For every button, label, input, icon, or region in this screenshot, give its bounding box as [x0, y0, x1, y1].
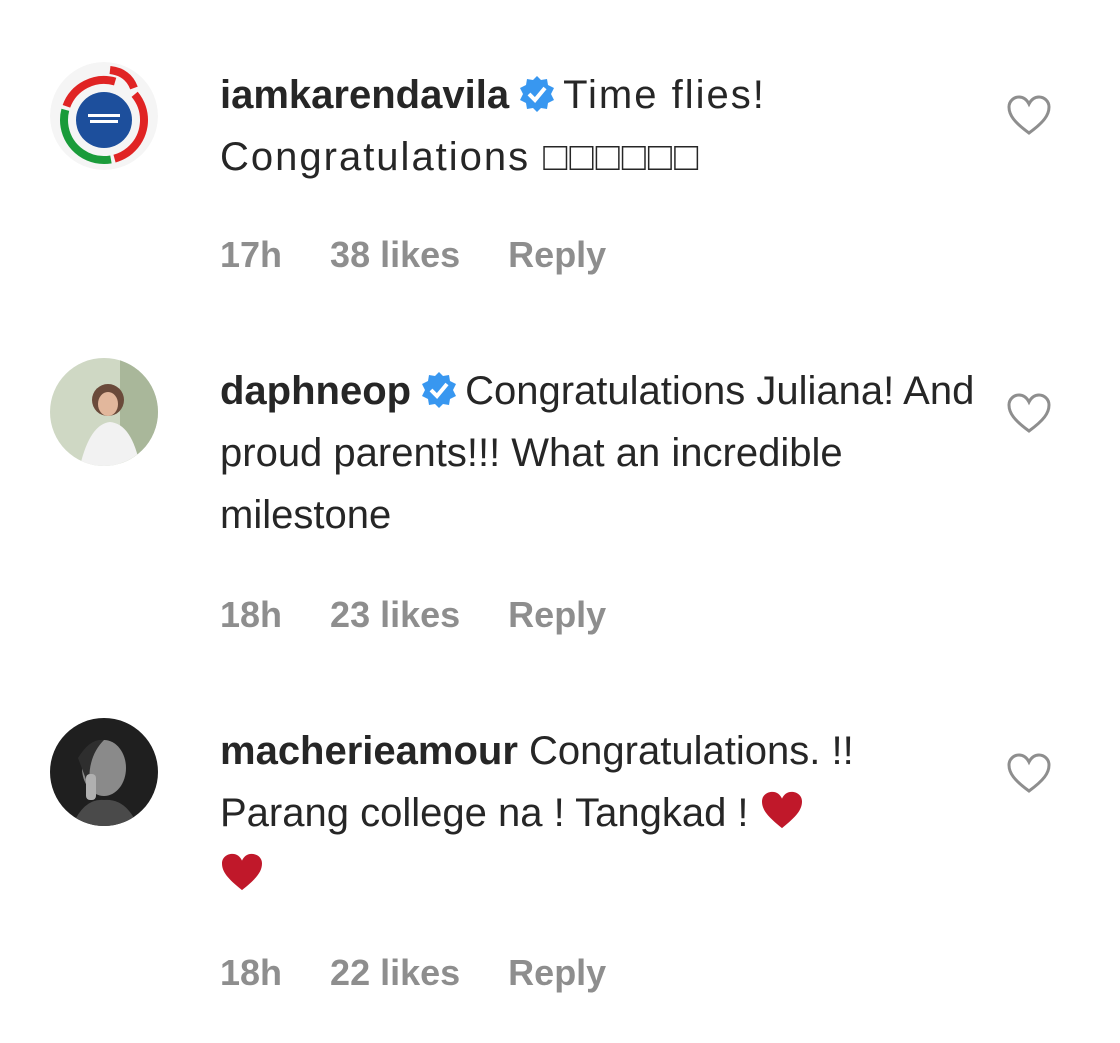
username[interactable]: macherieamour — [220, 729, 518, 773]
comment-time[interactable]: 17h — [220, 234, 282, 276]
comment-time[interactable]: 18h — [220, 594, 282, 636]
comment-likes[interactable]: 38 likes — [330, 234, 460, 276]
username[interactable]: daphneop — [220, 369, 411, 413]
avatar-macherieamour[interactable] — [50, 718, 158, 826]
heart-outline-icon[interactable] — [1006, 94, 1052, 136]
profile-photo-avatar — [50, 358, 158, 466]
comment-text-block: iamkarendavila Time flies! Congratulation… — [220, 64, 980, 188]
username[interactable]: iamkarendavila — [220, 73, 509, 117]
comment-text-block: macherieamour Congratulations. !! Parang… — [220, 720, 980, 906]
comment-likes[interactable]: 23 likes — [330, 594, 460, 636]
comment-meta: 18h 22 likes Reply — [220, 952, 654, 994]
comment-meta: 18h 23 likes Reply — [220, 594, 654, 636]
heart-outline-icon[interactable] — [1006, 752, 1052, 794]
red-heart-emoji — [222, 853, 262, 891]
avatar-daphneop[interactable] — [50, 358, 158, 466]
avatar-iamkarendavila[interactable] — [50, 62, 158, 170]
reply-button[interactable]: Reply — [508, 234, 606, 276]
verified-badge-icon — [422, 372, 457, 408]
reply-button[interactable]: Reply — [508, 952, 606, 994]
profile-photo-avatar — [50, 718, 158, 826]
comment-time[interactable]: 18h — [220, 952, 282, 994]
comment-likes[interactable]: 22 likes — [330, 952, 460, 994]
reply-button[interactable]: Reply — [508, 594, 606, 636]
heart-outline-icon[interactable] — [1006, 392, 1052, 434]
verified-badge-icon — [520, 76, 555, 112]
red-heart-emoji — [761, 791, 802, 829]
comment-meta: 17h 38 likes Reply — [220, 234, 654, 276]
channel-logo-avatar — [50, 62, 158, 170]
comment-text-block: daphneop Congratulations Juliana! And pro… — [220, 360, 980, 546]
